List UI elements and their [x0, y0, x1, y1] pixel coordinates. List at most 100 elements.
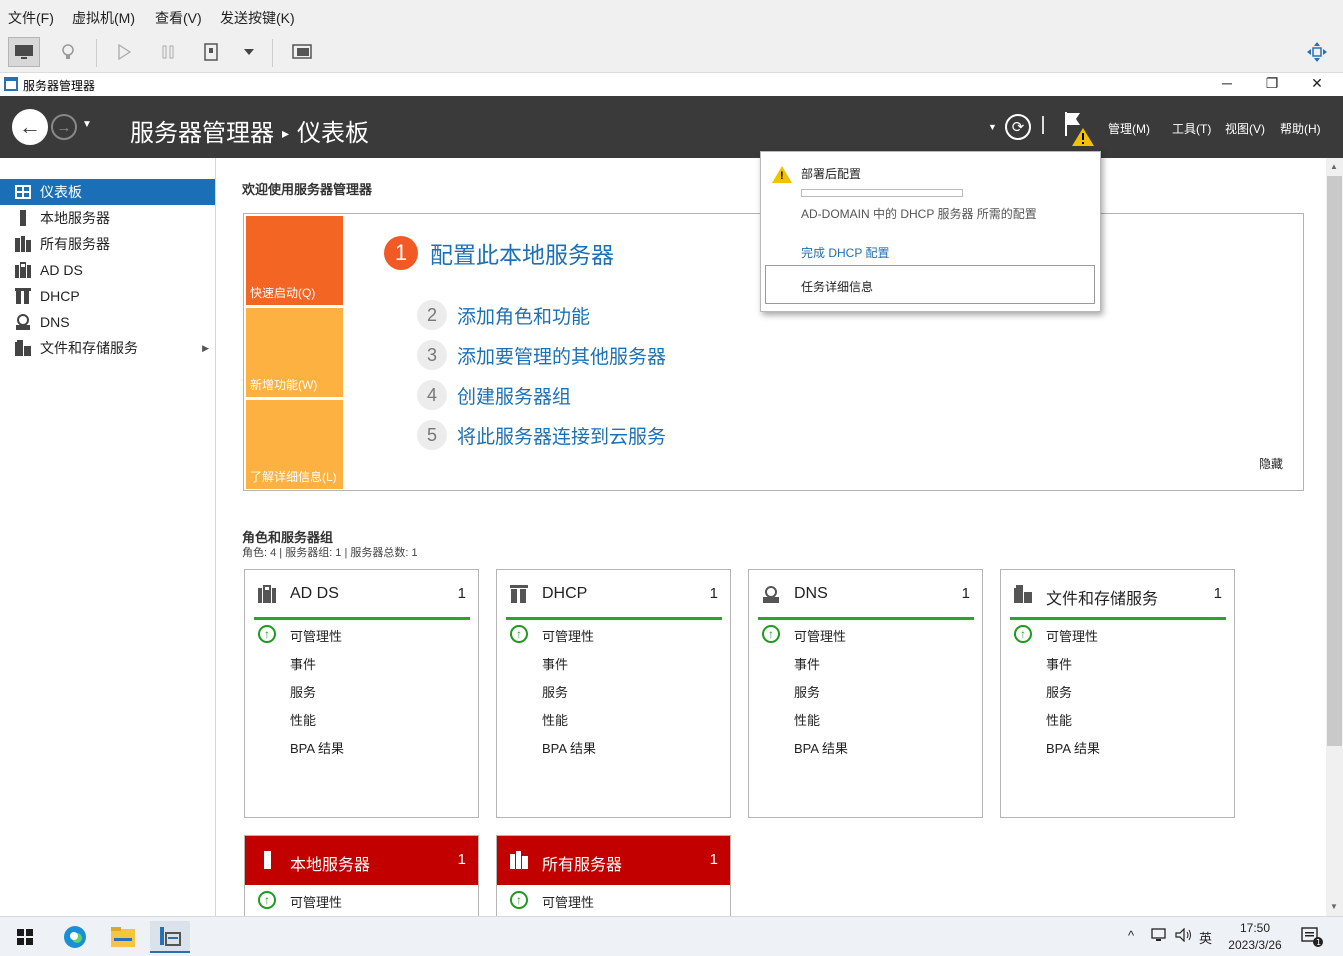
card-row-performance[interactable]: 性能 — [542, 710, 568, 729]
vm-menu-file[interactable]: 文件(F) — [8, 8, 54, 28]
monitor-icon[interactable] — [8, 37, 40, 67]
role-card-dhcp[interactable]: DHCP 1 ↑ 可管理性 事件 服务 性能 BPA 结果 — [496, 569, 731, 818]
sidebar-item-local-server[interactable]: 本地服务器 — [0, 205, 215, 231]
chevron-down-icon[interactable]: ▼ — [82, 119, 92, 130]
step-create-group[interactable]: 4 创建服务器组 — [417, 380, 571, 410]
chevron-down-icon[interactable] — [233, 37, 265, 67]
vm-menu-view[interactable]: 查看(V) — [155, 8, 202, 28]
vertical-scrollbar[interactable]: ▲ ▼ — [1326, 158, 1343, 916]
card-row-services[interactable]: 服务 — [290, 682, 316, 701]
ime-indicator[interactable]: 英 — [1199, 928, 1212, 947]
sidebar-item-dhcp[interactable]: DHCP — [0, 283, 215, 309]
scroll-up-icon[interactable]: ▲ — [1330, 162, 1338, 171]
card-row-bpa[interactable]: BPA 结果 — [1046, 738, 1100, 757]
forward-arrow-icon[interactable]: → — [51, 114, 77, 140]
step-link[interactable]: 添加角色和功能 — [457, 302, 590, 329]
task-details-button[interactable]: 任务详细信息 — [765, 265, 1095, 304]
close-icon[interactable]: ✕ — [1305, 75, 1329, 93]
step-link[interactable]: 配置此本地服务器 — [430, 236, 614, 270]
sidebar-item-ad-ds[interactable]: AD DS — [0, 257, 215, 283]
tile-learn-more[interactable]: 了解详细信息(L) — [246, 400, 343, 489]
role-card-file-storage[interactable]: 文件和存储服务 1 ↑ 可管理性 事件 服务 性能 BPA 结果 — [1000, 569, 1235, 818]
card-row-services[interactable]: 服务 — [542, 682, 568, 701]
tile-quick-start[interactable]: 快速启动(Q) — [246, 216, 343, 305]
card-row-bpa[interactable]: BPA 结果 — [794, 738, 848, 757]
vm-menu-sendkeys[interactable]: 发送按键(K) — [220, 8, 295, 28]
card-row-manageability[interactable]: 可管理性 — [794, 626, 846, 645]
card-header[interactable]: AD DS 1 — [245, 570, 478, 619]
card-row-services[interactable]: 服务 — [1046, 682, 1072, 701]
tile-whats-new[interactable]: 新增功能(W) — [246, 308, 343, 397]
card-header[interactable]: DNS 1 — [749, 570, 982, 619]
menu-view[interactable]: 视图(V) — [1225, 120, 1265, 137]
play-icon[interactable] — [108, 37, 140, 67]
card-title: 本地服务器 — [290, 857, 371, 874]
step-link[interactable]: 添加要管理的其他服务器 — [457, 342, 666, 369]
card-row-events[interactable]: 事件 — [1046, 654, 1072, 673]
card-header[interactable]: DHCP 1 — [497, 570, 730, 619]
step-link[interactable]: 将此服务器连接到云服务 — [457, 422, 666, 449]
edge-browser-icon[interactable] — [55, 921, 95, 953]
minimize-icon[interactable]: ─ — [1215, 75, 1239, 93]
pause-icon[interactable] — [152, 37, 184, 67]
restore-icon[interactable]: ❐ — [1260, 75, 1284, 93]
step-configure-local[interactable]: 1 配置此本地服务器 — [384, 236, 614, 270]
card-row-events[interactable]: 事件 — [290, 654, 316, 673]
card-header[interactable]: 所有服务器 1 — [497, 836, 730, 885]
sidebar-item-all-servers[interactable]: 所有服务器 — [0, 231, 215, 257]
snapshot-icon[interactable] — [195, 37, 227, 67]
sidebar-item-dashboard[interactable]: 仪表板 — [0, 179, 215, 205]
card-row-events[interactable]: 事件 — [542, 654, 568, 673]
chevron-right-icon[interactable]: ▶ — [202, 343, 209, 354]
server-manager-taskbar-icon[interactable] — [150, 921, 190, 953]
vm-menu-machine[interactable]: 虚拟机(M) — [72, 8, 135, 28]
lightbulb-icon[interactable] — [52, 37, 84, 67]
step-link[interactable]: 创建服务器组 — [457, 382, 571, 409]
card-row-manageability[interactable]: 可管理性 — [1046, 626, 1098, 645]
scroll-down-icon[interactable]: ▼ — [1330, 902, 1338, 911]
menu-manage[interactable]: 管理(M) — [1108, 120, 1150, 137]
card-row-manageability[interactable]: 可管理性 — [542, 626, 594, 645]
back-arrow-icon[interactable]: ← — [12, 109, 48, 145]
clock[interactable]: 17:50 2023/3/26 — [1220, 920, 1290, 954]
complete-dhcp-config-link[interactable]: 完成 DHCP 配置 — [801, 244, 889, 261]
sidebar-item-file-storage[interactable]: 文件和存储服务 ▶ — [0, 335, 215, 361]
file-explorer-icon[interactable] — [103, 921, 143, 953]
card-row-services[interactable]: 服务 — [794, 682, 820, 701]
role-card-dns[interactable]: DNS 1 ↑ 可管理性 事件 服务 性能 BPA 结果 — [748, 569, 983, 818]
menu-tools[interactable]: 工具(T) — [1172, 120, 1211, 137]
console-view-icon[interactable] — [286, 37, 318, 67]
card-row-events[interactable]: 事件 — [794, 654, 820, 673]
card-header[interactable]: 文件和存储服务 1 — [1001, 570, 1234, 619]
card-row-bpa[interactable]: BPA 结果 — [290, 738, 344, 757]
sidebar-item-label: DHCP — [40, 288, 80, 304]
step-add-roles[interactable]: 2 添加角色和功能 — [417, 300, 590, 330]
server-group-card-all[interactable]: 所有服务器 1 ↑ 可管理性 — [496, 835, 731, 925]
breadcrumb-root[interactable]: 服务器管理器 — [130, 120, 274, 147]
tray-overflow-icon[interactable]: ^ — [1128, 928, 1134, 943]
notification-flag-icon[interactable] — [1062, 110, 1096, 151]
volume-icon[interactable] — [1175, 927, 1193, 945]
card-row-bpa[interactable]: BPA 结果 — [542, 738, 596, 757]
card-header[interactable]: 本地服务器 1 — [245, 836, 478, 885]
hide-link[interactable]: 隐藏 — [1259, 455, 1283, 472]
chevron-down-icon[interactable]: ▼ — [988, 122, 997, 132]
card-row-performance[interactable]: 性能 — [794, 710, 820, 729]
card-row-manageability[interactable]: 可管理性 — [290, 892, 342, 911]
card-row-performance[interactable]: 性能 — [1046, 710, 1072, 729]
role-card-ad-ds[interactable]: AD DS 1 ↑ 可管理性 事件 服务 性能 BPA 结果 — [244, 569, 479, 818]
notification-center-icon[interactable]: 1 — [1296, 921, 1328, 953]
card-row-manageability[interactable]: 可管理性 — [290, 626, 342, 645]
network-icon[interactable] — [1151, 928, 1167, 945]
refresh-icon[interactable]: ⟳ — [1005, 114, 1031, 140]
sidebar-item-dns[interactable]: DNS — [0, 309, 215, 335]
step-add-servers[interactable]: 3 添加要管理的其他服务器 — [417, 340, 666, 370]
card-row-performance[interactable]: 性能 — [290, 710, 316, 729]
server-group-card-local[interactable]: 本地服务器 1 ↑ 可管理性 — [244, 835, 479, 925]
menu-help[interactable]: 帮助(H) — [1280, 120, 1321, 137]
step-connect-cloud[interactable]: 5 将此服务器连接到云服务 — [417, 420, 666, 450]
card-row-manageability[interactable]: 可管理性 — [542, 892, 594, 911]
windows-start-icon[interactable] — [5, 921, 45, 953]
scroll-thumb[interactable] — [1327, 176, 1342, 746]
fullscreen-icon[interactable] — [1301, 37, 1333, 67]
